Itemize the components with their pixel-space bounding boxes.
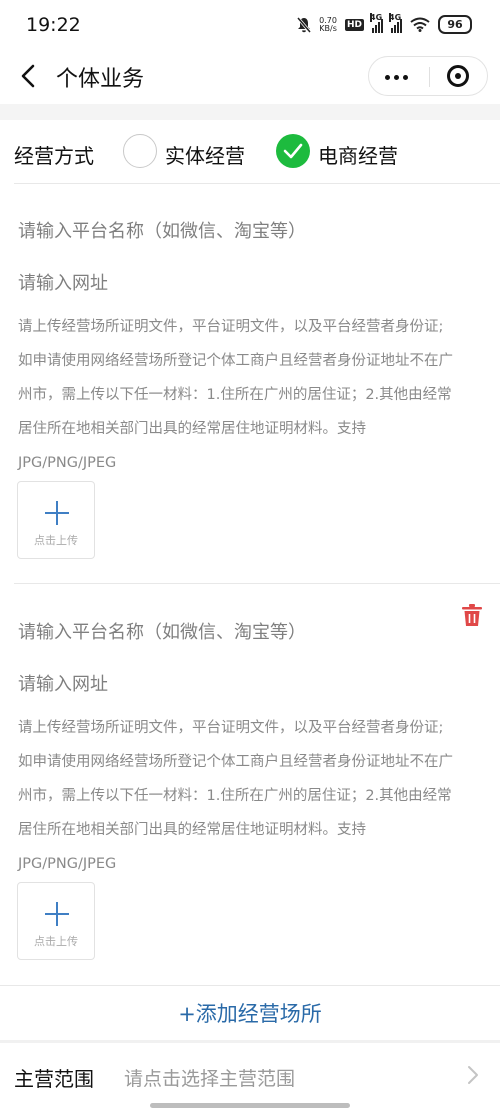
instruction-line: 州市，需上传以下任一材料：1.住所在广州的居住证；2.其他由经常	[18, 788, 452, 804]
plus-icon	[45, 501, 69, 525]
page-title: 个体业务	[56, 67, 145, 92]
miniprogram-close-icon[interactable]	[447, 65, 469, 87]
plus-icon	[45, 902, 69, 926]
status-bar: 19:22 0.70 KB/s HD 4G 4G 96	[0, 0, 500, 52]
instruction-line: 如申请使用网络经营场所登记个体工商户且经营者身份证地址不在广	[18, 754, 453, 770]
instruction-line: 居住所在地相关部门出具的经常居住地证明材料。支持	[18, 421, 366, 437]
add-venue-button[interactable]: +添加经营场所	[0, 985, 500, 1039]
upload-label: 点击上传	[34, 534, 78, 547]
wifi-icon	[410, 17, 430, 32]
chevron-right-icon	[468, 1066, 478, 1084]
status-time: 19:22	[26, 14, 81, 36]
net-speed-unit: KB/s	[319, 23, 337, 33]
upload-button[interactable]: 点击上传	[17, 481, 95, 559]
upload-label: 点击上传	[34, 935, 78, 948]
platform-name-input[interactable]: 请输入平台名称（如微信、淘宝等）	[18, 618, 306, 644]
status-icons: 0.70 KB/s HD 4G 4G 96	[297, 12, 472, 34]
business-scope-row[interactable]: 主营范围 请点击选择主营范围	[0, 1043, 500, 1107]
instruction-line: 居住所在地相关部门出具的经常居住地证明材料。支持	[18, 822, 366, 838]
capsule-divider	[429, 67, 430, 87]
mute-bell-icon	[297, 16, 312, 33]
option-physical-label[interactable]: 实体经营	[165, 140, 245, 169]
upload-button[interactable]: 点击上传	[17, 882, 95, 960]
signal-2-label: 4G	[389, 12, 402, 22]
chevron-left-icon[interactable]	[16, 62, 42, 90]
nav-bar: 个体业务	[0, 52, 500, 102]
signal-1-label: 4G	[370, 12, 383, 22]
home-indicator	[150, 1103, 350, 1108]
divider	[14, 583, 500, 584]
instruction-line: 请上传经营场所证明文件，平台证明文件，以及平台经营者身份证;	[18, 720, 444, 736]
instruction-line: 州市，需上传以下任一材料：1.住所在广州的居住证；2.其他由经常	[18, 387, 452, 403]
check-icon	[283, 143, 303, 159]
battery-icon: 96	[438, 15, 472, 34]
divider	[14, 183, 500, 184]
radio-ecommerce[interactable]	[276, 134, 310, 168]
business-mode-label: 经营方式	[14, 144, 94, 168]
platform-name-input[interactable]: 请输入平台名称（如微信、淘宝等）	[18, 217, 306, 243]
hd-badge: HD	[344, 18, 364, 31]
signal-4g-1: 4G	[370, 12, 383, 33]
instruction-line: 如申请使用网络经营场所登记个体工商户且经营者身份证地址不在广	[18, 353, 453, 369]
upload-instructions: 请上传经营场所证明文件，平台证明文件，以及平台经营者身份证; 如申请使用网络经营…	[18, 310, 480, 480]
upload-instructions: 请上传经营场所证明文件，平台证明文件，以及平台经营者身份证; 如申请使用网络经营…	[18, 711, 480, 881]
miniprogram-capsule	[368, 56, 488, 96]
instruction-line: JPG/PNG/JPEG	[18, 455, 117, 471]
instruction-line: JPG/PNG/JPEG	[18, 856, 117, 872]
url-input[interactable]: 请输入网址	[18, 269, 108, 295]
more-dots-icon[interactable]	[385, 75, 408, 80]
business-scope-label: 主营范围	[14, 1067, 94, 1091]
option-ecommerce-label[interactable]: 电商经营	[318, 140, 398, 169]
instruction-line: 请上传经营场所证明文件，平台证明文件，以及平台经营者身份证;	[18, 319, 444, 335]
section-gap	[0, 104, 500, 120]
trash-icon[interactable]	[461, 603, 483, 627]
battery-level: 96	[447, 18, 463, 31]
url-input[interactable]: 请输入网址	[18, 670, 108, 696]
net-speed: 0.70 KB/s	[319, 16, 337, 33]
business-mode-row: 经营方式 实体经营 电商经营	[0, 120, 500, 184]
business-scope-placeholder[interactable]: 请点击选择主营范围	[124, 1064, 295, 1091]
radio-physical[interactable]	[123, 134, 157, 168]
signal-4g-2: 4G	[389, 12, 402, 33]
